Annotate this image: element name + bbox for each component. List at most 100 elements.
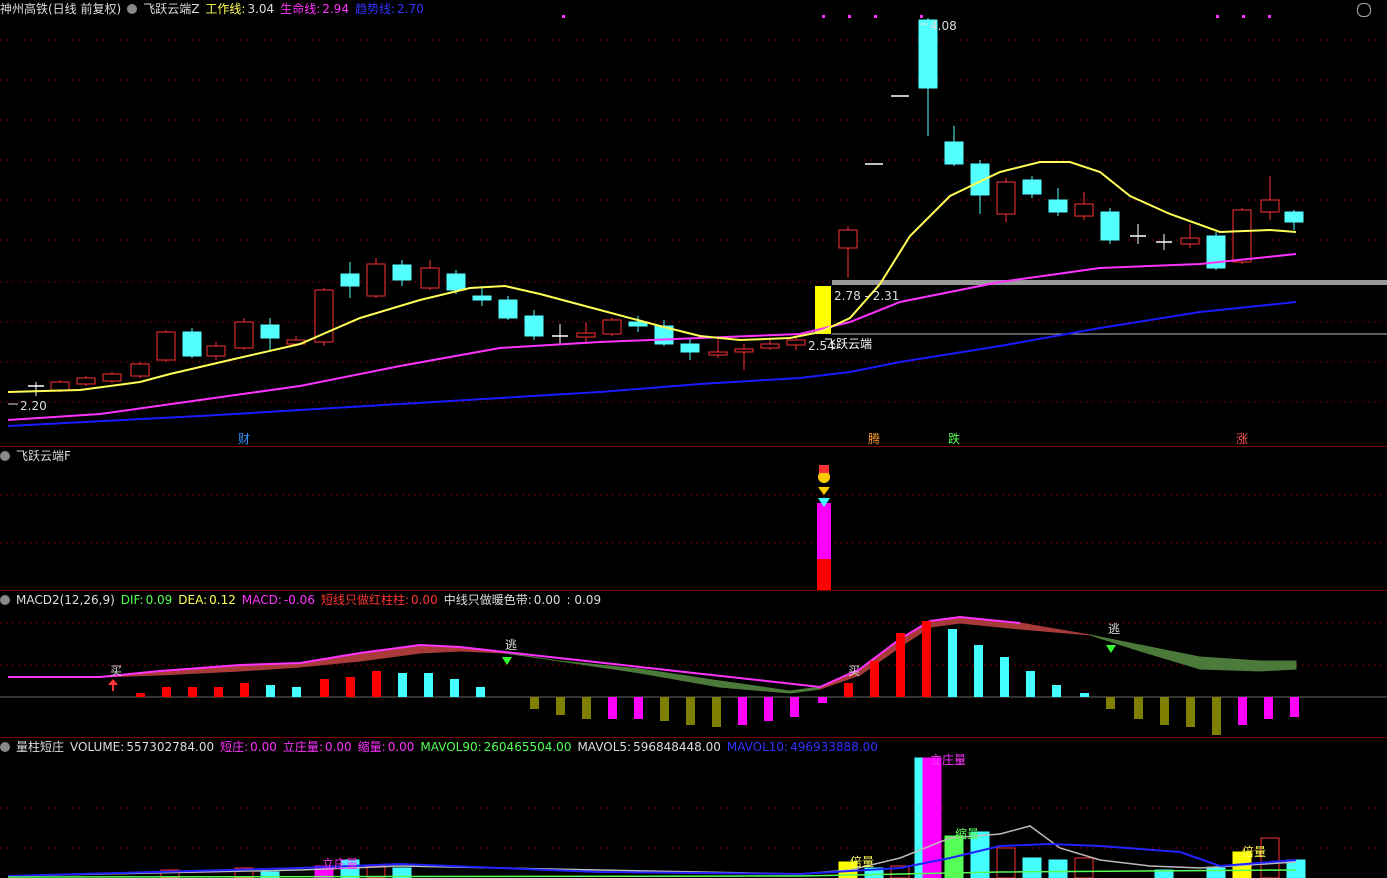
- volume-bar[interactable]: [996, 847, 1016, 878]
- macd-chart[interactable]: 买买逃逃: [0, 591, 1387, 737]
- macd-panel[interactable]: MACD2(12,26,9) DIF: 0.09 DEA: 0.12 MACD: -0.06…: [0, 591, 1387, 737]
- macd-bar[interactable]: [1080, 693, 1089, 697]
- up-candle[interactable]: [1232, 209, 1252, 263]
- down-candle[interactable]: [680, 343, 700, 353]
- volume-bar[interactable]: [1074, 857, 1094, 878]
- low-price-label: 2.20: [20, 399, 47, 413]
- volume-title[interactable]: 量柱短庄: [16, 740, 64, 754]
- up-candle[interactable]: [1074, 203, 1094, 217]
- macd-bar[interactable]: [162, 687, 171, 697]
- trend-line: [7, 301, 1297, 427]
- macd-bar[interactable]: [530, 697, 539, 709]
- up-candle[interactable]: [734, 348, 754, 353]
- down-candle[interactable]: [1284, 211, 1304, 223]
- down-candle[interactable]: [392, 264, 412, 281]
- macd-bar[interactable]: [1000, 657, 1009, 697]
- up-candle[interactable]: [156, 331, 176, 361]
- macd-bar[interactable]: [266, 685, 275, 697]
- macd-bar[interactable]: [790, 697, 799, 717]
- macd-bar[interactable]: [1052, 685, 1061, 697]
- price-panel[interactable]: 神州高铁(日线 前复权) 飞跃云端Z 工作线: 3.04 生命线: 2.94 趋势线: 2.7…: [0, 0, 1387, 446]
- down-candle[interactable]: [1048, 199, 1068, 213]
- down-candle[interactable]: [524, 315, 544, 337]
- macd-bar[interactable]: [608, 697, 617, 719]
- macd-bar[interactable]: [974, 645, 983, 697]
- down-candle[interactable]: [944, 141, 964, 165]
- macd-bar[interactable]: [634, 697, 643, 719]
- down-candle[interactable]: [446, 273, 466, 291]
- volume-chart[interactable]: 倍量倍量缩量立庄量立庄量: [0, 738, 1387, 878]
- macd-bar[interactable]: [188, 687, 197, 697]
- up-candle[interactable]: [786, 339, 806, 346]
- macd-bar[interactable]: [450, 679, 459, 697]
- macd-bar[interactable]: [1026, 671, 1035, 697]
- macd-bar[interactable]: [738, 697, 747, 725]
- panel-menu-icon[interactable]: [1357, 3, 1371, 17]
- macd-bar[interactable]: [240, 683, 249, 697]
- volume-panel[interactable]: 倍量 倍量 缩量 立庄量 立庄量 量柱短庄 VOLUME: 557302784.00 短庄: 0…: [0, 738, 1387, 878]
- down-candle[interactable]: [498, 299, 518, 319]
- feiyue-panel[interactable]: 飞跃云端F: [0, 447, 1387, 590]
- macd-bar[interactable]: [136, 693, 145, 697]
- up-candle[interactable]: [420, 267, 440, 289]
- macd-bar[interactable]: [712, 697, 721, 727]
- macd-bar[interactable]: [1106, 697, 1115, 709]
- down-candle[interactable]: [340, 273, 360, 287]
- up-candle[interactable]: [708, 351, 728, 356]
- up-candle[interactable]: [366, 263, 386, 297]
- macd-bar[interactable]: [948, 629, 957, 697]
- macd-bar[interactable]: [1212, 697, 1221, 735]
- macd-bar[interactable]: [556, 697, 565, 715]
- up-candle[interactable]: [602, 319, 622, 335]
- up-candle[interactable]: [1260, 199, 1280, 213]
- up-candle[interactable]: [102, 373, 122, 382]
- volume-bar[interactable]: [1048, 859, 1068, 878]
- macd-bar[interactable]: [1290, 697, 1299, 717]
- down-candle[interactable]: [260, 324, 280, 339]
- up-candle[interactable]: [576, 332, 596, 338]
- settings-icon[interactable]: [0, 741, 10, 752]
- up-candle[interactable]: [996, 181, 1016, 215]
- macd-bar[interactable]: [320, 679, 329, 697]
- macd-bar[interactable]: [398, 673, 407, 697]
- macd-bar[interactable]: [372, 671, 381, 697]
- up-candle[interactable]: [76, 377, 96, 385]
- up-candle[interactable]: [130, 363, 150, 377]
- price-chart[interactable]: 4.082.202.78 - 2.312.54飞跃云端财腾跌涨: [0, 0, 1387, 446]
- macd-bar[interactable]: [1264, 697, 1273, 719]
- up-candle[interactable]: [760, 343, 780, 349]
- signal-column[interactable]: [817, 503, 831, 559]
- up-candle[interactable]: [1180, 237, 1200, 245]
- dif-line: [8, 615, 1021, 689]
- macd-bar[interactable]: [844, 683, 853, 697]
- macd-bar[interactable]: [764, 697, 773, 721]
- macd-bar[interactable]: [922, 621, 931, 697]
- macd-bar[interactable]: [1160, 697, 1169, 725]
- macd-bar[interactable]: [870, 661, 879, 697]
- up-candle[interactable]: [838, 229, 858, 249]
- feiyue-chart[interactable]: [0, 447, 1387, 590]
- up-candle[interactable]: [234, 321, 254, 349]
- macd-bar[interactable]: [1186, 697, 1195, 727]
- macd-bar[interactable]: [896, 633, 905, 697]
- macd-bar[interactable]: [582, 697, 591, 719]
- macd-bar[interactable]: [1134, 697, 1143, 719]
- signal-column-base[interactable]: [817, 559, 831, 590]
- macd-bar[interactable]: [292, 687, 301, 697]
- macd-bar[interactable]: [686, 697, 695, 725]
- macd-bar[interactable]: [346, 677, 355, 697]
- macd-bar[interactable]: [476, 687, 485, 697]
- up-candle[interactable]: [206, 345, 226, 357]
- volume-bar[interactable]: [1206, 867, 1226, 878]
- down-candle[interactable]: [1022, 179, 1042, 195]
- volume-bar[interactable]: [1022, 857, 1042, 878]
- macd-bar[interactable]: [1238, 697, 1247, 725]
- macd-bar[interactable]: [818, 697, 827, 703]
- down-candle[interactable]: [182, 331, 202, 357]
- macd-bar[interactable]: [424, 673, 433, 697]
- macd-bar[interactable]: [214, 687, 223, 697]
- down-candle[interactable]: [472, 295, 492, 301]
- up-candle[interactable]: [50, 381, 70, 391]
- down-candle[interactable]: [1100, 211, 1120, 241]
- macd-bar[interactable]: [660, 697, 669, 721]
